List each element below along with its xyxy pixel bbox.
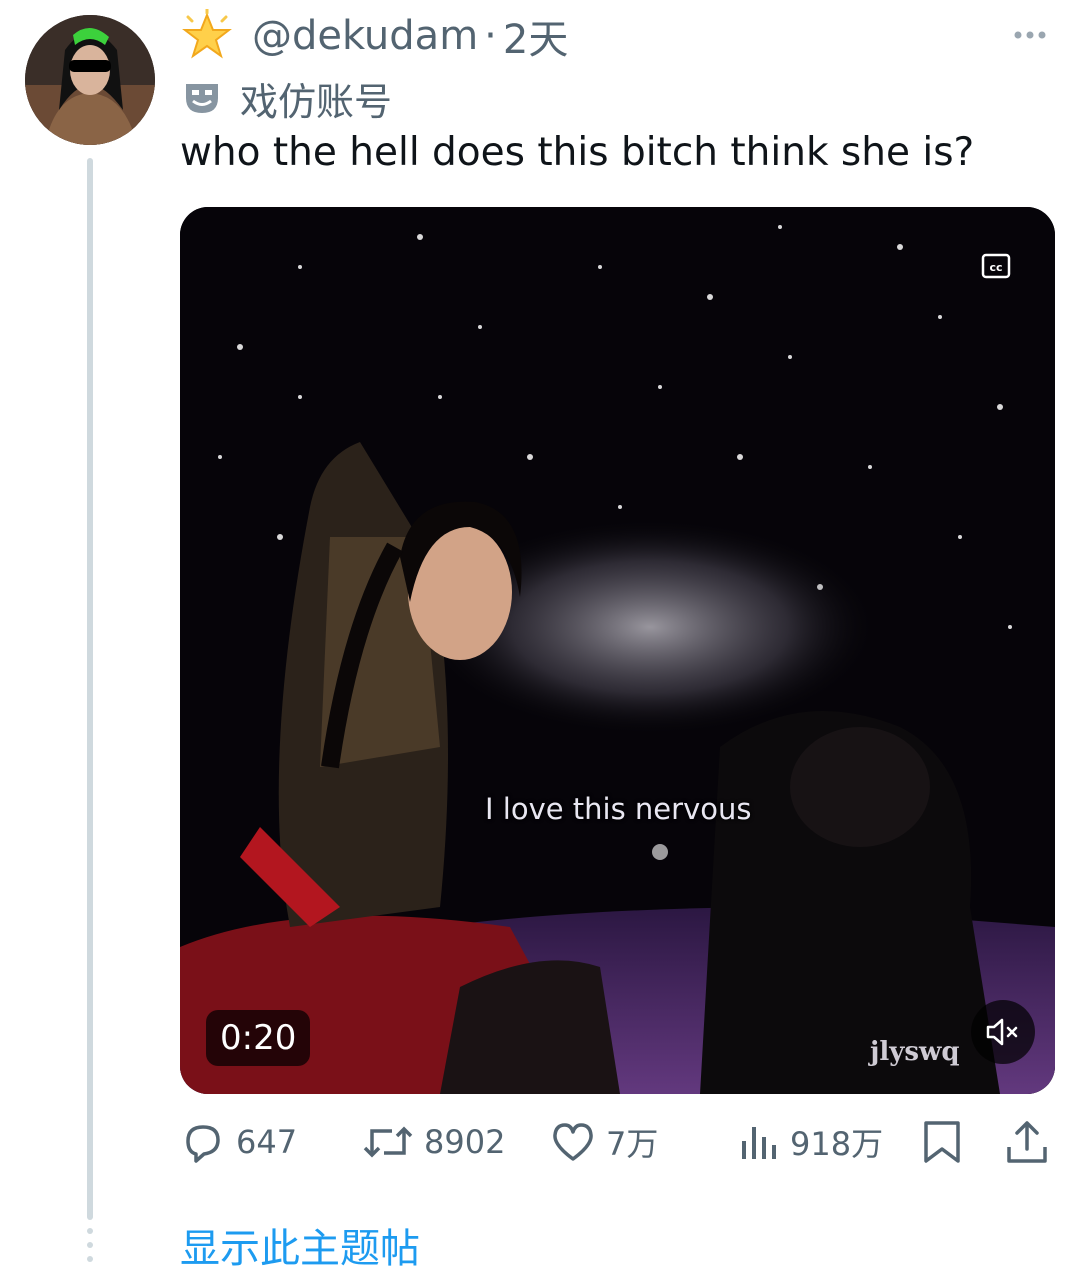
view-count: 918万 — [790, 1125, 884, 1163]
separator-dot: · — [484, 13, 497, 59]
share-button[interactable] — [1005, 1118, 1049, 1166]
mute-button[interactable] — [971, 1000, 1035, 1064]
video-frame — [180, 207, 1055, 1094]
thread-line — [87, 158, 93, 1220]
bookmark-button[interactable] — [920, 1118, 964, 1166]
parody-mask-icon — [186, 84, 218, 113]
bookmark-icon — [924, 1121, 960, 1163]
tweet-timestamp[interactable]: 2天 — [503, 7, 568, 65]
reply-icon — [186, 1125, 220, 1163]
closed-captions-icon[interactable]: cc — [981, 253, 1011, 279]
tweet-header: @dekudam · 2天 — [180, 8, 568, 64]
parody-label: 戏仿账号 — [240, 79, 393, 124]
video-duration: 0:20 — [206, 1010, 311, 1066]
avatar-image — [25, 15, 155, 145]
more-options-icon[interactable] — [1010, 20, 1050, 50]
muted-speaker-icon — [986, 1018, 1018, 1046]
like-count: 7万 — [606, 1125, 659, 1163]
video-player[interactable]: cc I love this nervous jlyswq 0:20 — [180, 207, 1055, 1094]
video-subtitle: I love this nervous — [485, 792, 752, 826]
share-icon — [1007, 1121, 1047, 1163]
video-watermark: jlyswq — [870, 1037, 960, 1067]
views-chart-icon — [742, 1127, 776, 1159]
retweet-button[interactable]: 8902 — [362, 1118, 505, 1166]
tweet-text: who the hell does this bitch think she i… — [180, 130, 975, 175]
parody-account-badge: 戏仿账号 — [182, 72, 392, 124]
like-button[interactable]: 7万 — [550, 1118, 658, 1166]
retweet-icon — [363, 1126, 413, 1158]
user-handle[interactable]: @dekudam — [252, 13, 478, 59]
reply-count: 647 — [236, 1123, 298, 1161]
star-emoji-icon — [182, 9, 232, 59]
avatar[interactable] — [25, 15, 155, 145]
retweet-count: 8902 — [424, 1123, 506, 1161]
views-button[interactable]: 918万 — [738, 1118, 883, 1166]
show-thread-link[interactable]: 显示此主题帖 — [180, 1216, 420, 1274]
reply-button[interactable]: 647 — [180, 1118, 297, 1166]
svg-text:cc: cc — [989, 261, 1002, 274]
heart-icon — [553, 1123, 593, 1161]
thread-continuation-dots — [86, 1228, 94, 1288]
